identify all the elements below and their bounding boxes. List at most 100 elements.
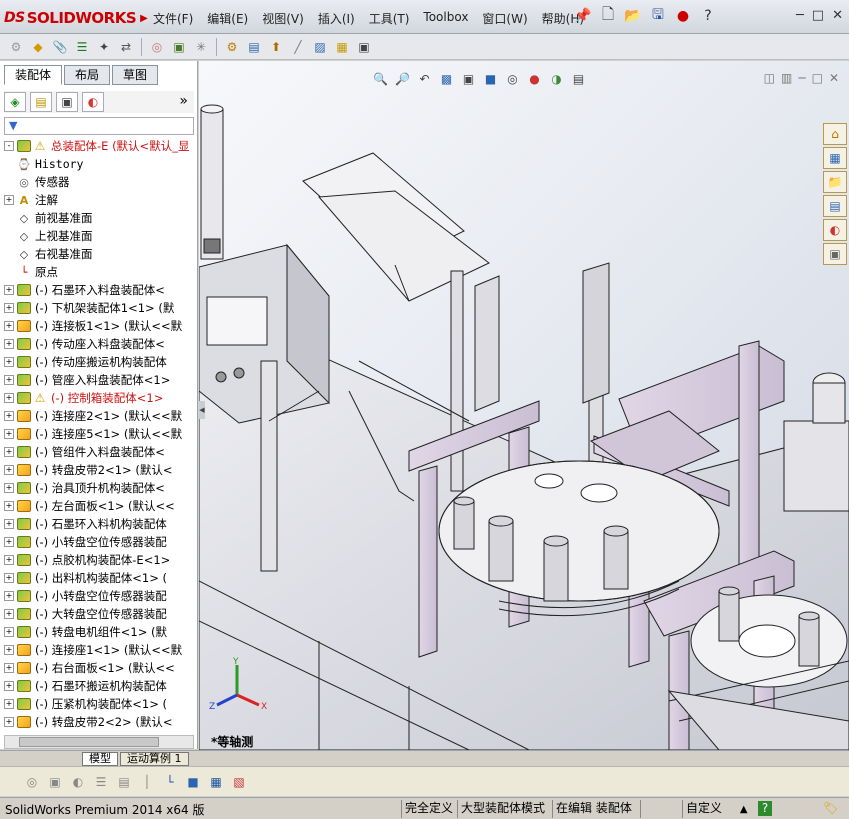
close-icon[interactable]: ✕ <box>832 8 843 23</box>
save-icon[interactable]: 🖫 <box>648 6 668 26</box>
tab-layout[interactable]: 布局 <box>64 65 111 85</box>
tree-item[interactable]: + (-) 右台面板<1> (默认<< <box>0 659 190 677</box>
design-library-icon[interactable]: ▦ <box>823 147 847 169</box>
configurationmanager-icon[interactable]: ▣ <box>56 92 78 112</box>
align-icon[interactable]: │ <box>137 772 157 792</box>
tree-item[interactable]: + (-) 管组件入料盘装配体< <box>0 443 190 461</box>
bill-of-materials-icon[interactable]: ▤ <box>244 37 264 57</box>
explode-line-sketch-icon[interactable]: ╱ <box>288 37 308 57</box>
tree-item[interactable]: ⌚ History <box>0 155 190 173</box>
display-style-icon[interactable]: ■ <box>481 69 500 88</box>
expand-plus-icon[interactable]: + <box>4 321 14 331</box>
menu-edit[interactable]: 编辑(E) <box>200 8 255 29</box>
smart-fasteners-icon[interactable]: ✦ <box>94 37 114 57</box>
zoom-to-fit-icon[interactable]: 🔍 <box>371 69 390 88</box>
expand-plus-icon[interactable]: + <box>4 285 14 295</box>
appearances-scenes-icon[interactable]: ◐ <box>823 219 847 241</box>
file-explorer-icon[interactable]: 📁 <box>823 171 847 193</box>
exploded-view-icon[interactable]: ⬆ <box>266 37 286 57</box>
menu-file[interactable]: 文件(F) <box>146 8 200 29</box>
tab-assembly[interactable]: 装配体 <box>4 65 63 85</box>
viewport-restore-icon[interactable]: □ <box>812 71 823 85</box>
expand-plus-icon[interactable]: + <box>4 627 14 637</box>
split-horizontal-icon[interactable]: ◫ <box>764 71 775 85</box>
edit-component-icon[interactable]: ⚙ <box>6 37 26 57</box>
interference-detection-icon[interactable]: ▨ <box>310 37 330 57</box>
rebuild-traffic-light-icon[interactable]: ● <box>673 6 693 26</box>
expand-plus-icon[interactable]: + <box>4 573 14 583</box>
restore-icon[interactable]: □ <box>812 8 824 23</box>
expand-plus-icon[interactable]: + <box>4 429 14 439</box>
tree-item[interactable]: + (-) 大转盘空位传感器装配 <box>0 605 190 623</box>
scrollbar-thumb[interactable] <box>19 737 159 747</box>
hide-show-items-icon[interactable]: ◎ <box>503 69 522 88</box>
expand-plus-icon[interactable]: + <box>4 303 14 313</box>
open-folder-icon[interactable]: 📂 <box>623 6 643 26</box>
tree-filter[interactable]: ▼ <box>4 117 194 135</box>
large-assembly-icon[interactable]: ▣ <box>354 37 374 57</box>
instant3d-icon[interactable]: ▦ <box>332 37 352 57</box>
menu-tools[interactable]: 工具(T) <box>362 8 417 29</box>
tree-item[interactable]: ◇ 上视基准面 <box>0 227 190 245</box>
tree-item[interactable]: + (-) 转盘皮带2<2> (默认< <box>0 713 190 731</box>
hide-icon[interactable]: ◎ <box>22 772 42 792</box>
assembly-model-render[interactable] <box>199 61 849 750</box>
expand-plus-icon[interactable]: + <box>4 501 14 511</box>
expand-plus-icon[interactable]: + <box>4 375 14 385</box>
expand-plus-icon[interactable]: + <box>4 717 14 727</box>
tree-item[interactable]: └ 原点 <box>0 263 190 281</box>
solidworks-resources-icon[interactable]: ⌂ <box>823 123 847 145</box>
viewport-close-icon[interactable]: ✕ <box>829 71 839 85</box>
tree-item[interactable]: + (-) 传动座入料盘装配体< <box>0 335 190 353</box>
tree-item[interactable]: + (-) 连接板1<1> (默认<<默 <box>0 317 190 335</box>
tree-item[interactable]: + (-) 小转盘空位传感器装配 <box>0 533 190 551</box>
displaymanager-icon[interactable]: ◐ <box>82 92 104 112</box>
show-hidden-icon[interactable]: ◎ <box>147 37 167 57</box>
view-palette-icon[interactable]: ▤ <box>823 195 847 217</box>
insert-component-icon[interactable]: ◆ <box>28 37 48 57</box>
linear-pattern-icon[interactable]: ☰ <box>72 37 92 57</box>
tree-item[interactable]: + (-) 下机架装配体1<1> (默 <box>0 299 190 317</box>
expand-plus-icon[interactable]: + <box>4 609 14 619</box>
options-icon[interactable]: ? <box>698 6 718 26</box>
tab-model[interactable]: 模型 <box>82 751 118 766</box>
shaded-cube-icon[interactable]: ■ <box>183 772 203 792</box>
minimize-icon[interactable]: ─ <box>796 8 804 23</box>
appearance-icon[interactable]: ◐ <box>68 772 88 792</box>
expand-plus-icon[interactable]: + <box>4 465 14 475</box>
tree-item[interactable]: + (-) 石墨环搬运机构装配体 <box>0 677 190 695</box>
featuremanager-tree-icon[interactable]: ◈ <box>4 92 26 112</box>
tree-item[interactable]: + (-) 传动座搬运机构装配体 <box>0 353 190 371</box>
tree-item[interactable]: ◎ 传感器 <box>0 173 190 191</box>
tree-item[interactable]: + (-) 小转盘空位传感器装配 <box>0 587 190 605</box>
section-view-icon[interactable]: ▩ <box>437 69 456 88</box>
tree-item[interactable]: ◇ 右视基准面 <box>0 245 190 263</box>
custom-properties-icon[interactable]: ▣ <box>823 243 847 265</box>
tab-motion-study[interactable]: 运动算例 1 <box>120 751 189 766</box>
pin-icon[interactable]: 📌 <box>573 6 593 26</box>
split-vertical-icon[interactable]: ▥ <box>781 71 792 85</box>
view-orientation-icon[interactable]: ▣ <box>459 69 478 88</box>
expand-plus-icon[interactable]: + <box>4 591 14 601</box>
tree-item[interactable]: - ⚠ 总装配体-E (默认<默认_显 <box>0 137 190 155</box>
tree-item[interactable]: + (-) 管座入料盘装配体<1> <box>0 371 190 389</box>
tree-item[interactable]: + (-) 转盘电机组件<1> (默 <box>0 623 190 641</box>
menu-view[interactable]: 视图(V) <box>255 8 311 29</box>
expand-plus-icon[interactable]: + <box>4 339 14 349</box>
panel-collapse-arrow-icon[interactable]: ◀ <box>199 401 205 419</box>
horizontal-scrollbar[interactable] <box>4 735 194 749</box>
apply-scene-icon[interactable]: ◑ <box>547 69 566 88</box>
tree-item[interactable]: + ⚠ (-) 控制箱装配体<1> <box>0 389 190 407</box>
edit-appearance-icon[interactable]: ● <box>525 69 544 88</box>
tree-item[interactable]: + (-) 连接座1<1> (默认<<默 <box>0 641 190 659</box>
solidworks-logo[interactable]: DS SOLIDWORKS ▶ <box>4 6 148 30</box>
expand-plus-icon[interactable]: + <box>4 195 14 205</box>
units-selector[interactable]: 自定义 ▲ <box>682 800 752 818</box>
menu-window[interactable]: 窗口(W) <box>475 8 534 29</box>
tree-item[interactable]: + A 注解 <box>0 191 190 209</box>
new-motion-study-icon[interactable]: ⚙ <box>222 37 242 57</box>
chart-icon[interactable]: ▧ <box>229 772 249 792</box>
tab-sketch[interactable]: 草图 <box>112 65 159 85</box>
tree-item[interactable]: + (-) 治具顶升机构装配体< <box>0 479 190 497</box>
origin-axis-icon[interactable]: └ <box>160 772 180 792</box>
